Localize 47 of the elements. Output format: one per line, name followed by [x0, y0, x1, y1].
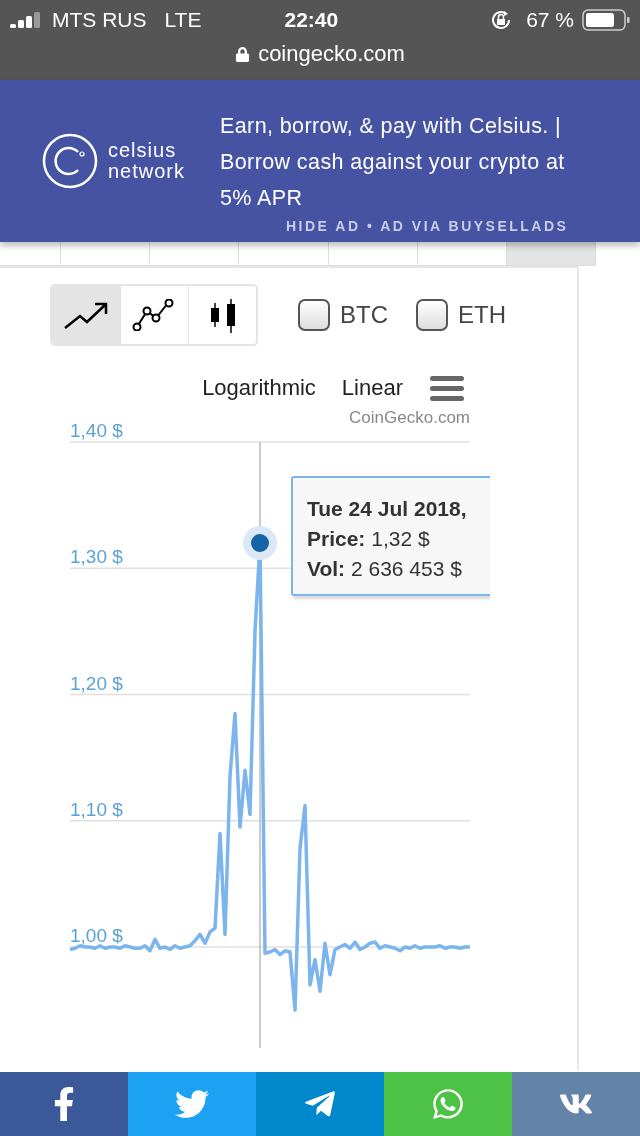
y-axis-label: 1,00 $ — [70, 925, 123, 946]
tooltip-line: Vol: 2 636 453 $ — [307, 556, 463, 582]
range-tab[interactable] — [150, 240, 240, 266]
range-tab[interactable] — [328, 240, 418, 266]
clock-time: 22:40 — [284, 8, 339, 32]
y-axis-label: 1,20 $ — [70, 672, 123, 694]
lock-icon — [235, 46, 251, 62]
menu-icon[interactable] — [429, 374, 465, 402]
range-tab[interactable] — [0, 240, 62, 266]
battery-percent: 67 % — [526, 8, 574, 32]
scale-option[interactable]: Linear — [341, 375, 403, 401]
whatsapp-icon — [431, 1087, 465, 1121]
hover-point-marker — [243, 526, 277, 560]
chart-type-button[interactable] — [52, 286, 120, 344]
twitter-bird-icon — [175, 1087, 209, 1121]
celsius-logo-icon — [42, 133, 98, 189]
range-tab[interactable] — [506, 240, 597, 266]
chart-credit: CoinGecko.com — [349, 408, 470, 427]
chart-type-button[interactable] — [188, 286, 256, 344]
y-axis-label: 1,10 $ — [70, 798, 123, 820]
checkbox-label: ETH — [458, 301, 506, 329]
network-type: LTE — [164, 8, 202, 32]
battery-icon — [582, 9, 630, 31]
range-tab[interactable] — [61, 240, 151, 266]
share-button[interactable] — [128, 1072, 256, 1136]
ad-banner[interactable]: celsius network Earn, borrow, & pay with Celsius. | Borrow cash against your crypto at 5% APR HIDE AD • AD VIA BUYSELLADS — [0, 80, 640, 242]
share-button[interactable] — [512, 1072, 640, 1136]
share-button[interactable] — [256, 1072, 384, 1136]
y-axis-label: 1,40 $ — [70, 420, 123, 441]
ad-footer-link[interactable]: HIDE AD • AD VIA BUYSELLADS — [220, 218, 592, 234]
scale-option[interactable]: Logarithmic — [202, 375, 316, 401]
trend-arrow-icon — [63, 300, 109, 330]
range-tab[interactable] — [239, 240, 329, 266]
ad-text: Earn, borrow, & pay with Celsius. | Borrow cash against your crypto at 5% APR — [220, 113, 566, 212]
rotation-lock-icon — [490, 9, 513, 31]
tooltip-line: Price: 1,32 $ — [307, 526, 431, 552]
range-tab[interactable] — [417, 240, 507, 266]
tooltip-date: Tue 24 Jul 2018, — [307, 496, 468, 522]
share-button[interactable] — [0, 1072, 128, 1136]
carrier-name: MTS RUS — [52, 8, 147, 32]
y-axis-label: 1,30 $ — [70, 546, 123, 568]
page-url[interactable]: coingecko.com — [258, 41, 405, 67]
compare-checkbox[interactable] — [416, 299, 448, 331]
compare-checkbox[interactable] — [298, 299, 330, 331]
checkbox-label: BTC — [340, 301, 388, 329]
brand-name: celsius — [108, 140, 178, 161]
brand-name: network — [108, 161, 186, 182]
